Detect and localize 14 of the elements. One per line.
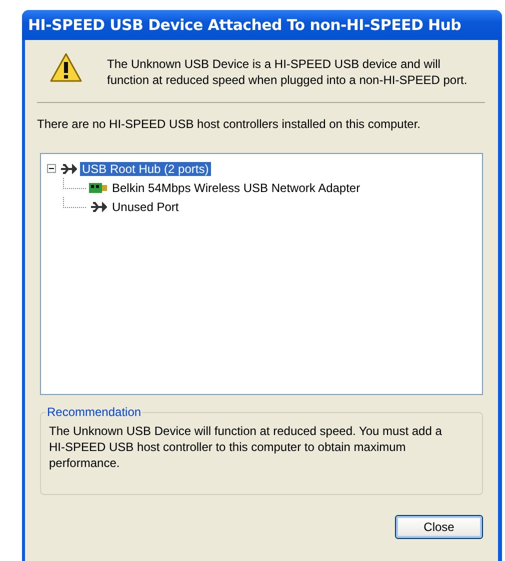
recommendation-text: The Unknown USB Device will function at reduced speed. You must add a HI-SPEED USB host controller to this computer to obtain maximum performance.: [49, 423, 443, 471]
usb-icon: [59, 162, 77, 176]
tree-item[interactable]: USB Root Hub (2 ports): [80, 162, 211, 176]
usb-icon: [89, 200, 107, 214]
group-title: Recommendation: [46, 405, 142, 419]
warning-icon: [49, 52, 83, 84]
window-title: HI-SPEED USB Device Attached To non-HI-SPEED Hub: [28, 16, 462, 34]
network-card-icon: [89, 182, 107, 194]
tree-item[interactable]: Belkin 54Mbps Wireless USB Network Adapter: [110, 180, 362, 194]
collapse-icon[interactable]: [47, 164, 56, 173]
info-text: There are no HI-SPEED USB host controllers installed on this computer.: [37, 117, 422, 131]
warning-message: The Unknown USB Device is a HI-SPEED USB device and will function at reduced speed when plugged into a non-HI-SPEED port.: [107, 56, 468, 88]
close-button[interactable]: Close: [395, 515, 483, 539]
tree-item[interactable]: Unused Port: [110, 200, 181, 214]
